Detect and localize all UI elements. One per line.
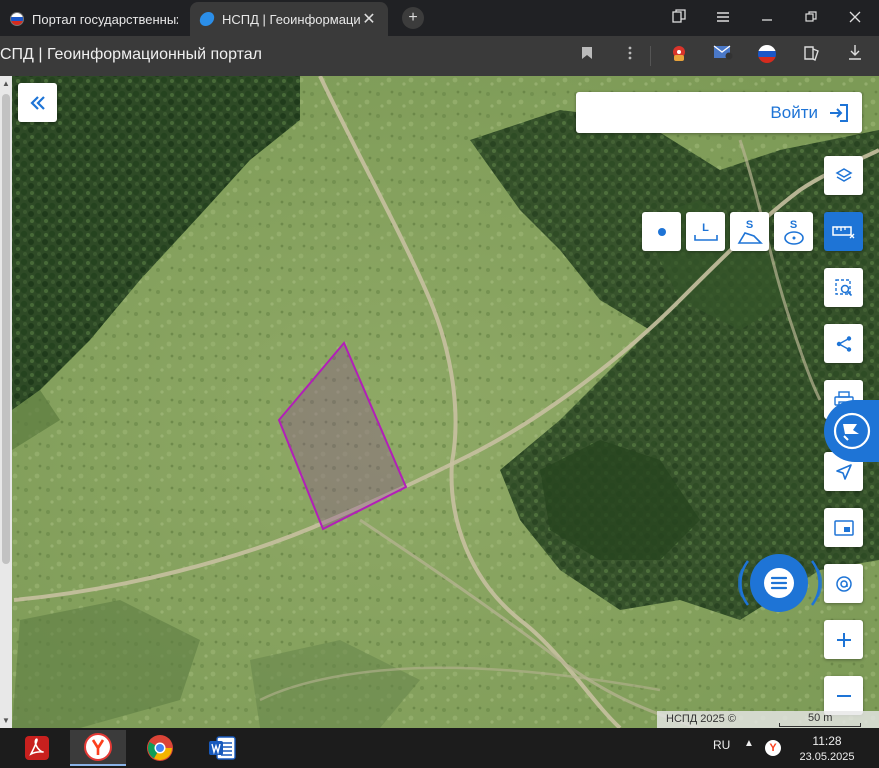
keyboard-language[interactable]: RU (713, 738, 730, 752)
feedback-tab-button[interactable] (824, 400, 879, 462)
tab-title: НСПД | Геоинформаци (222, 11, 360, 27)
download-icon[interactable] (843, 44, 867, 68)
ruler-button[interactable] (824, 212, 863, 251)
new-tab-button[interactable]: + (402, 7, 424, 29)
tray-overflow-icon[interactable]: ▲ (744, 738, 754, 749)
taskbar-chrome[interactable] (132, 730, 188, 766)
chat-button[interactable] (750, 554, 808, 612)
login-button[interactable]: Войти (576, 92, 862, 133)
taskbar-yandex-browser[interactable] (70, 730, 126, 766)
satellite-imagery (0, 76, 879, 728)
area-label: S (745, 218, 754, 231)
share-button[interactable] (824, 324, 863, 363)
scale-bar (779, 723, 861, 727)
ruler-icon (831, 225, 854, 238)
address-bar: СПД | Геоинформационный портал (0, 36, 879, 76)
length-label: L (702, 221, 709, 234)
taskbar-word[interactable] (194, 730, 250, 766)
russia-flag-icon (10, 12, 24, 26)
search-by-point-button[interactable] (824, 564, 863, 603)
yandex-tray-icon[interactable]: Y (765, 740, 781, 756)
copyright-text: НСПД 2025 © (666, 713, 736, 725)
minimap-icon (833, 519, 854, 536)
map-attribution: НСПД 2025 © 50 m (657, 711, 879, 728)
collapse-panel-button[interactable] (18, 83, 57, 122)
scroll-up-arrow-icon[interactable]: ▲ (1, 79, 11, 88)
location-search-icon (835, 575, 852, 592)
measure-point-button[interactable] (642, 212, 681, 251)
browser-tab-strip: Портал государственных НСПД | Геоинформа… (0, 0, 879, 36)
clock-date[interactable]: 23.05.2025 (795, 751, 859, 763)
collections-icon[interactable] (799, 44, 823, 68)
mail-icon[interactable] (711, 44, 735, 68)
area-search-icon (834, 278, 852, 296)
nspd-logo-icon (198, 12, 216, 26)
clock-time[interactable]: 11:28 (798, 733, 856, 749)
os-taskbar: RU ▲ Y 11:28 23.05.2025 (0, 728, 879, 768)
restore-icon[interactable] (799, 6, 823, 30)
tab-nspd[interactable]: НСПД | Геоинформаци ✕ (190, 2, 388, 36)
point-icon (657, 227, 666, 236)
extension-icon[interactable] (667, 44, 691, 68)
layers-icon (834, 167, 853, 182)
minimap-button[interactable] (824, 508, 863, 547)
length-icon (693, 234, 718, 241)
tab-gosuslugi[interactable]: Портал государственных (0, 2, 188, 36)
circle-area-label: S (789, 218, 798, 231)
measure-circle-button[interactable]: S (774, 212, 813, 251)
page-title[interactable]: СПД | Геоинформационный портал (0, 46, 262, 64)
chrome-icon (147, 735, 173, 761)
measure-area-button[interactable]: S (730, 212, 769, 251)
area-select-button[interactable] (824, 268, 863, 307)
word-icon (209, 736, 236, 760)
minus-icon (836, 694, 851, 697)
area-circle-icon (783, 230, 804, 245)
toolbar-divider (650, 46, 651, 66)
chat-icon (764, 568, 794, 598)
navigation-arrow-icon (835, 463, 852, 480)
window-close-icon[interactable] (843, 6, 867, 30)
layers-button[interactable] (824, 156, 863, 195)
close-tab-icon[interactable]: ✕ (360, 9, 378, 29)
taskbar-pdf-reader[interactable] (9, 730, 65, 766)
share-icon (836, 335, 851, 352)
russia-flag-icon[interactable] (755, 44, 779, 68)
login-icon (830, 103, 848, 122)
measure-length-button[interactable]: L (686, 212, 725, 251)
bookmark-icon[interactable] (575, 44, 599, 68)
plus-icon (836, 632, 851, 647)
yandex-browser-icon (84, 733, 112, 761)
more-options-icon[interactable] (618, 44, 642, 68)
feedback-icon (833, 412, 870, 450)
chat-widget[interactable] (738, 547, 822, 619)
minimize-icon[interactable] (755, 6, 779, 30)
satellite-map[interactable]: Войти L S S (0, 76, 879, 728)
pdf-reader-icon (25, 736, 49, 760)
area-polygon-icon (737, 231, 763, 244)
zoom-out-button[interactable] (824, 676, 863, 715)
scrollbar-thumb[interactable] (2, 94, 10, 564)
map-scrollbar[interactable]: ▲ ▼ (0, 76, 12, 728)
tab-title: Портал государственных (32, 11, 178, 27)
zoom-in-button[interactable] (824, 620, 863, 659)
tab-groups-icon[interactable] (667, 6, 691, 30)
menu-icon[interactable] (711, 6, 735, 30)
login-label: Войти (770, 102, 818, 122)
scroll-down-arrow-icon[interactable]: ▼ (1, 716, 11, 725)
